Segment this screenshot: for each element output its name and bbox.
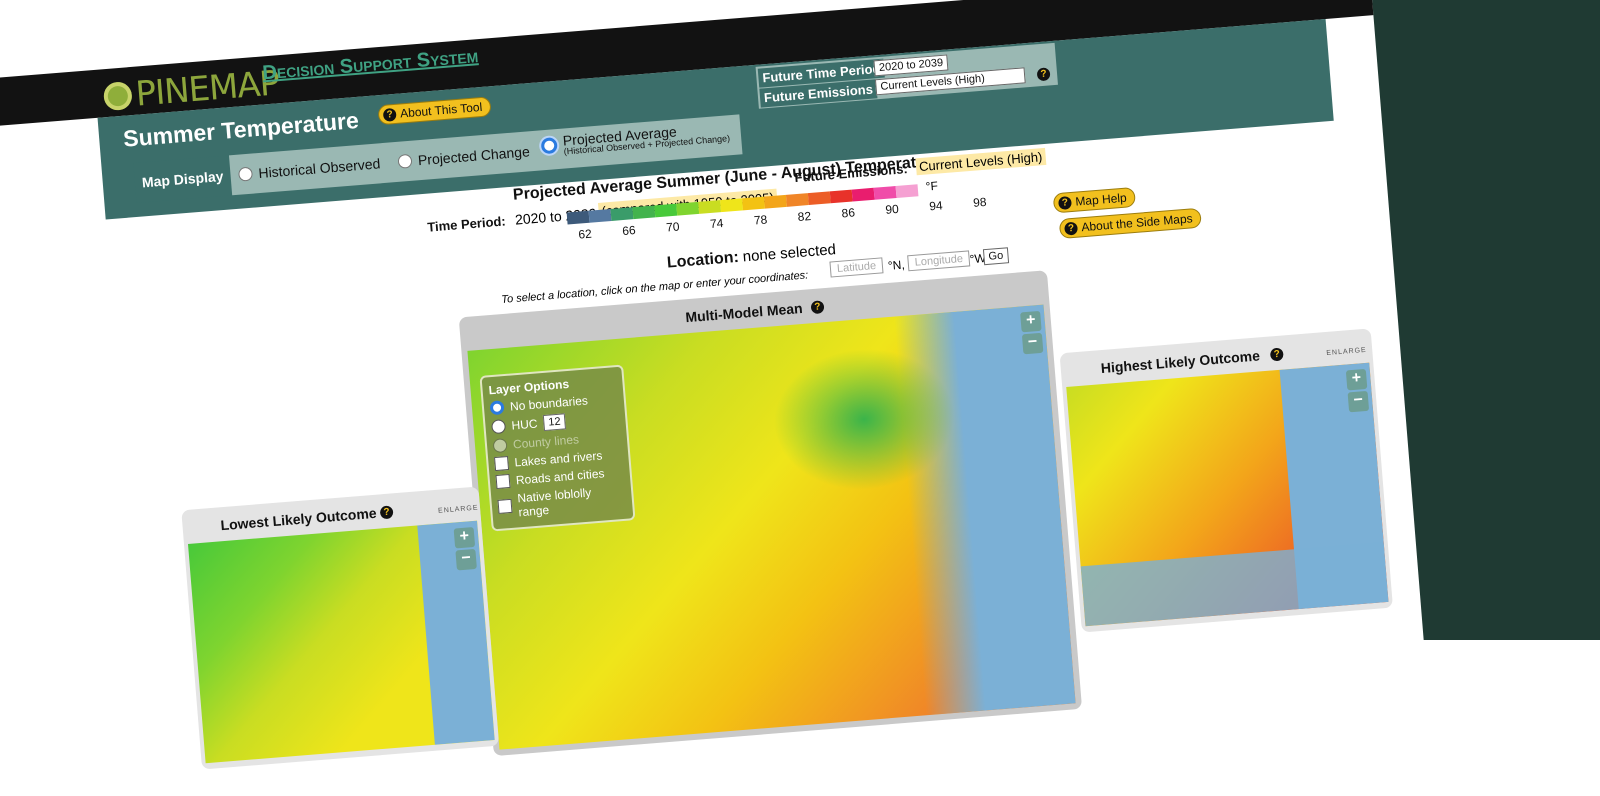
go-button[interactable]: Go [982, 247, 1009, 266]
low-map-frame: Lowest Likely Outcome ? ENLARGE + − [181, 486, 500, 770]
gulf-area [1080, 542, 1389, 627]
low-map-enlarge[interactable]: ENLARGE [438, 505, 479, 515]
low-zoom-out[interactable]: − [455, 548, 477, 571]
legend-swatch [610, 207, 634, 221]
low-zoom-in[interactable]: + [453, 526, 476, 549]
high-map-frame: Highest Likely Outcome ? ENLARGE + − [1059, 328, 1393, 633]
radio-change[interactable]: Projected Change [397, 143, 530, 170]
side-maps-button[interactable]: ? About the Side Maps [1058, 207, 1203, 239]
appalachian-region [768, 342, 960, 497]
nav-environment[interactable]: Environment [702, 0, 807, 25]
map-help-button[interactable]: ? Map Help [1052, 186, 1137, 214]
checkbox [497, 498, 513, 514]
layer-roads-label: Roads and cities [515, 466, 605, 488]
zoom-in-button[interactable]: + [1020, 310, 1042, 333]
layer-lakes-label: Lakes and rivers [513, 448, 603, 470]
emissions-help-icon[interactable]: ? [1036, 67, 1051, 82]
main-map-help-icon[interactable]: ? [810, 300, 825, 315]
dss-title-link[interactable]: Decision Support System [262, 45, 480, 85]
pine-logo-icon [102, 81, 133, 112]
legend-swatch [720, 198, 744, 213]
radio-change-label: Projected Change [417, 143, 531, 169]
legend-swatch [807, 191, 831, 206]
low-map-title: Lowest Likely Outcome [219, 504, 378, 534]
location-value: none selected [742, 241, 837, 266]
legend-tick-label: 86 [841, 205, 856, 221]
question-icon: ? [1064, 221, 1079, 236]
future-time-select[interactable]: 2020 to 2039 [873, 54, 949, 77]
side-maps-label: About the Side Maps [1080, 211, 1194, 235]
nav-about[interactable]: About [591, 10, 642, 34]
huc-select[interactable]: 12 [542, 413, 567, 432]
layer-native-label: Native loblolly range [516, 485, 592, 520]
legend-swatch [698, 200, 722, 214]
legend-tick-label: 78 [753, 212, 768, 228]
layer-county-label: County lines [512, 432, 580, 452]
low-map-image[interactable] [187, 520, 495, 764]
radio-circle [397, 153, 413, 169]
map-help-label: Map Help [1074, 190, 1128, 209]
high-map-image[interactable] [1066, 362, 1389, 627]
location-label: Location: [666, 248, 740, 272]
legend-swatch [763, 194, 787, 209]
radio-circle [492, 438, 508, 454]
legend-tick-label: 70 [665, 219, 681, 235]
question-icon: ? [382, 107, 397, 122]
layer-native[interactable]: Native loblolly range [497, 483, 627, 521]
legend-unit: °F [925, 178, 939, 194]
checkbox [495, 473, 511, 490]
legend-tick-label: 82 [797, 208, 812, 224]
zoom-out-button[interactable]: − [1021, 332, 1044, 355]
legend-swatch [785, 193, 809, 207]
legend-swatch [873, 186, 897, 200]
legend-swatch [632, 205, 656, 220]
legend-tick-label: 74 [709, 215, 724, 232]
low-map-help-icon[interactable]: ? [379, 505, 394, 520]
high-map-help-icon[interactable]: ? [1269, 347, 1284, 362]
layer-huc-label: HUC [510, 416, 539, 433]
radio-historical[interactable]: Historical Observed [237, 155, 381, 182]
radio-circle-selected [540, 137, 558, 155]
main-map-frame: Multi-Model Mean ? + − Layer Options No … [458, 270, 1083, 757]
legend-tick-label: 98 [972, 194, 988, 210]
high-zoom-in[interactable]: + [1345, 368, 1368, 391]
longitude-input[interactable]: Longitude [907, 250, 971, 272]
radio-circle [491, 419, 507, 435]
radio-circle [237, 166, 254, 182]
page: PINEMAP Decision Support System About En… [0, 0, 1428, 796]
north-suffix: °N, [887, 257, 906, 273]
radio-circle-selected [489, 400, 505, 416]
high-map-title: Highest Likely Outcome [1100, 347, 1261, 377]
layer-options-panel: Layer Options No boundaries HUC 12 County… [479, 364, 636, 532]
legend-swatch [851, 187, 875, 202]
legend-swatch [829, 189, 853, 204]
legend-swatch [566, 210, 590, 225]
high-zoom-out[interactable]: − [1347, 390, 1370, 413]
legend-swatch [676, 201, 700, 216]
about-tool-label: About This Tool [399, 99, 483, 121]
question-icon: ? [1057, 195, 1072, 210]
high-map-enlarge[interactable]: ENLARGE [1326, 347, 1367, 357]
legend-tick-label: 66 [621, 223, 637, 239]
legend-tick-label: 94 [928, 198, 944, 214]
main-map-title: Multi-Model Mean [684, 299, 804, 326]
legend-swatch [654, 203, 678, 218]
time-period-label: Time Period: [426, 213, 507, 235]
checkbox [494, 455, 510, 472]
nav-establishment[interactable]: Establishme [858, 0, 959, 12]
legend-swatch [895, 184, 919, 199]
legend-tick-label: 62 [577, 226, 593, 242]
map-display-label: Map Display [133, 155, 233, 203]
legend-swatch [588, 208, 612, 223]
radio-historical-label: Historical Observed [257, 155, 381, 182]
legend-tick-label: 90 [884, 201, 900, 217]
legend-swatch [742, 196, 765, 211]
layer-no-boundaries-label: No boundaries [509, 393, 589, 414]
latitude-input[interactable]: Latitude [829, 257, 884, 278]
